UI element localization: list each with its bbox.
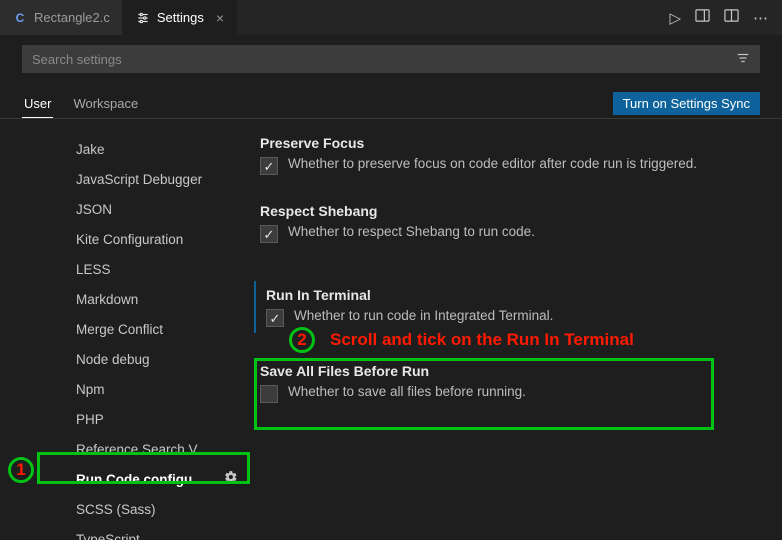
setting-desc: Whether to run code in Integrated Termin…: [294, 307, 553, 326]
settings-content: Preserve Focus Whether to preserve focus…: [250, 119, 782, 540]
setting-desc: Whether to respect Shebang to run code.: [288, 223, 535, 242]
sidebar-item-npm[interactable]: Npm: [0, 375, 250, 405]
tab-file[interactable]: C Rectangle2.c: [0, 0, 123, 35]
search-settings[interactable]: [22, 45, 760, 73]
sidebar-item-markdown[interactable]: Markdown: [0, 285, 250, 315]
setting-desc: Whether to save all files before running…: [288, 383, 526, 402]
checkbox-preserve-focus[interactable]: [260, 157, 278, 175]
c-file-icon: C: [12, 10, 28, 26]
sidebar-item-jake[interactable]: Jake: [0, 135, 250, 165]
checkbox-respect-shebang[interactable]: [260, 225, 278, 243]
split-editor-icon[interactable]: [695, 8, 710, 27]
title-actions: ▷ ⋯: [655, 0, 782, 35]
run-icon[interactable]: ▷: [669, 9, 681, 27]
scope-workspace[interactable]: Workspace: [71, 90, 140, 117]
tab-settings[interactable]: Settings ×: [123, 0, 237, 35]
sidebar-item-json[interactable]: JSON: [0, 195, 250, 225]
scope-user[interactable]: User: [22, 90, 53, 118]
layout-icon[interactable]: [724, 8, 739, 27]
tab-file-label: Rectangle2.c: [34, 10, 110, 25]
sidebar-item-reference-search[interactable]: Reference Search V...: [0, 435, 250, 465]
scope-row: User Workspace Turn on Settings Sync: [0, 79, 782, 119]
sidebar-item-merge-conflict[interactable]: Merge Conflict: [0, 315, 250, 345]
sidebar-item-typescript[interactable]: TypeScript: [0, 525, 250, 540]
settings-sync-button[interactable]: Turn on Settings Sync: [613, 92, 760, 115]
checkbox-run-in-terminal[interactable]: [266, 309, 284, 327]
settings-sidebar: Jake JavaScript Debugger JSON Kite Confi…: [0, 119, 250, 540]
setting-title: Save All Files Before Run: [260, 363, 758, 379]
sidebar-item-kite[interactable]: Kite Configuration: [0, 225, 250, 255]
setting-title: Preserve Focus: [260, 135, 758, 151]
sidebar-item-js-debugger[interactable]: JavaScript Debugger: [0, 165, 250, 195]
setting-preserve-focus: Preserve Focus Whether to preserve focus…: [260, 135, 758, 175]
sidebar-item-node-debug[interactable]: Node debug: [0, 345, 250, 375]
close-icon[interactable]: ×: [216, 10, 224, 26]
tab-settings-label: Settings: [157, 10, 204, 25]
filter-icon[interactable]: [736, 51, 750, 68]
setting-desc: Whether to preserve focus on code editor…: [288, 155, 697, 174]
sidebar-item-php[interactable]: PHP: [0, 405, 250, 435]
setting-title: Respect Shebang: [260, 203, 758, 219]
tab-bar: C Rectangle2.c Settings × ▷ ⋯: [0, 0, 782, 35]
setting-run-in-terminal: Run In Terminal Whether to run code in I…: [260, 287, 758, 327]
gear-icon[interactable]: [224, 469, 238, 491]
search-input[interactable]: [32, 52, 736, 67]
checkbox-save-all[interactable]: [260, 385, 278, 403]
more-icon[interactable]: ⋯: [753, 9, 768, 27]
setting-respect-shebang: Respect Shebang Whether to respect Sheba…: [260, 203, 758, 243]
setting-title: Run In Terminal: [266, 287, 758, 303]
settings-icon: [135, 10, 151, 26]
sidebar-item-label: Run Code configu...: [76, 472, 204, 487]
setting-save-all: Save All Files Before Run Whether to sav…: [260, 363, 758, 403]
sidebar-item-less[interactable]: LESS: [0, 255, 250, 285]
sidebar-item-run-code-config[interactable]: Run Code configu...: [0, 465, 250, 495]
sidebar-item-scss[interactable]: SCSS (Sass): [0, 495, 250, 525]
